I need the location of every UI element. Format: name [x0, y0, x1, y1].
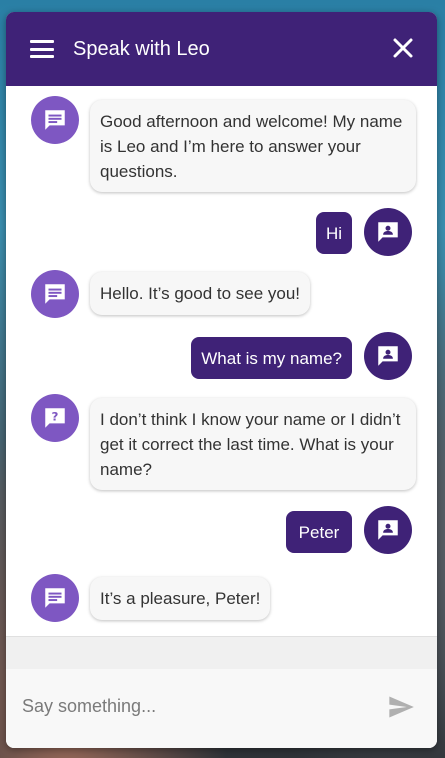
bot-message: I don’t think I know your name or I didn… [90, 398, 416, 490]
svg-text:?: ? [52, 410, 59, 424]
input-area [6, 669, 437, 748]
user-avatar [364, 208, 412, 256]
bot-avatar [31, 270, 79, 318]
person-chat-icon [378, 346, 398, 366]
chat-icon [45, 284, 65, 304]
chat-title: Speak with Leo [73, 38, 210, 60]
bot-avatar: ? [31, 394, 79, 442]
user-message: Hi [315, 212, 352, 254]
chat-window: Speak with Leo Good afternoon and welcom… [6, 12, 437, 748]
person-chat-icon [378, 222, 398, 242]
user-avatar [364, 506, 412, 554]
question-chat-icon: ? [45, 408, 65, 428]
message-input[interactable] [20, 695, 364, 718]
bot-message: It’s a pleasure, Peter! [90, 577, 271, 620]
menu-icon[interactable] [30, 40, 54, 58]
chat-header: Speak with Leo [6, 12, 437, 86]
person-chat-icon [378, 520, 398, 540]
message-list: Good afternoon and welcome! My name is L… [6, 86, 437, 636]
bot-avatar [31, 574, 79, 622]
user-message: What is my name? [191, 337, 352, 379]
bot-message: Good afternoon and welcome! My name is L… [90, 100, 416, 192]
send-icon[interactable] [385, 693, 417, 721]
close-icon[interactable] [391, 36, 415, 60]
bot-message: Hello. It’s good to see you! [90, 272, 311, 315]
user-avatar [364, 332, 412, 380]
chat-icon [45, 588, 65, 608]
bot-avatar [31, 96, 79, 144]
user-message: Peter [286, 511, 352, 553]
footer-divider [6, 636, 437, 670]
chat-icon [45, 110, 65, 130]
